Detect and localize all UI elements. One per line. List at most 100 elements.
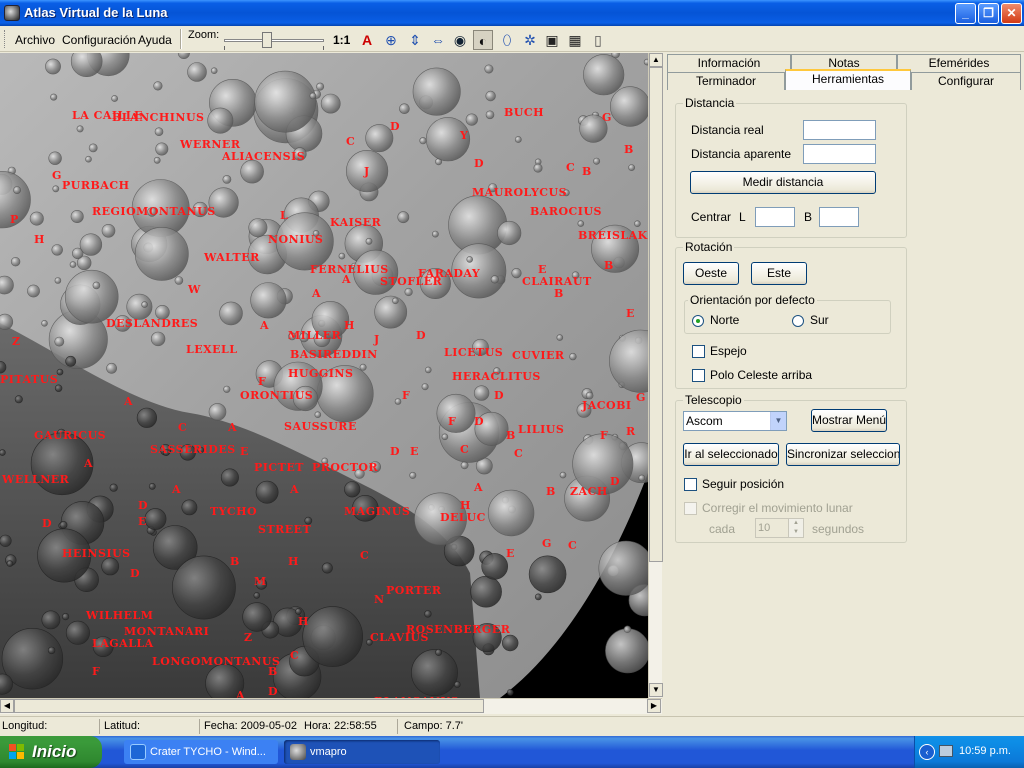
- crater-label[interactable]: B: [554, 287, 564, 300]
- norte-radio[interactable]: [692, 315, 704, 327]
- crater-label[interactable]: ZACH: [570, 485, 608, 498]
- crater-label[interactable]: A: [228, 421, 237, 434]
- crater-label[interactable]: D: [42, 517, 52, 530]
- distancia-aparente-field[interactable]: [803, 144, 876, 164]
- crater-label[interactable]: E: [410, 445, 419, 458]
- sincronizar-button[interactable]: Sincronizar seleccionado: [786, 443, 900, 466]
- crater-label[interactable]: D: [474, 415, 484, 428]
- crater-label[interactable]: A: [290, 483, 299, 496]
- flip-horizontal-icon[interactable]: ⇔: [428, 30, 448, 50]
- crater-label[interactable]: B: [582, 165, 592, 178]
- crater-label[interactable]: C: [514, 447, 523, 460]
- centrar-b-field[interactable]: [819, 207, 859, 227]
- crater-label[interactable]: WILHELM: [86, 609, 153, 622]
- tab-informacion[interactable]: Información: [667, 54, 791, 72]
- start-button[interactable]: Inicio: [0, 736, 102, 768]
- scroll-left-arrow[interactable]: ◀: [0, 699, 14, 713]
- mostrar-menu-button[interactable]: Mostrar Menú: [811, 409, 887, 432]
- distancia-real-field[interactable]: [803, 120, 876, 140]
- crater-label[interactable]: D: [610, 475, 620, 488]
- crater-label[interactable]: PITATUS: [0, 373, 58, 386]
- segundos-field[interactable]: 10: [755, 518, 789, 538]
- oeste-button[interactable]: Oeste: [683, 262, 739, 285]
- menu-ayuda[interactable]: Ayuda: [138, 33, 172, 47]
- crater-label[interactable]: A: [236, 689, 245, 698]
- globe-icon[interactable]: ◉: [450, 30, 470, 50]
- crater-label[interactable]: WALTER: [204, 251, 260, 264]
- crater-label[interactable]: JACOBI: [582, 399, 632, 412]
- crater-label[interactable]: SAUSSURE: [284, 420, 357, 433]
- title-bar[interactable]: Atlas Virtual de la Luna _ ❐ ✕: [0, 0, 1024, 26]
- segundos-spinner[interactable]: ▲ ▼: [788, 518, 804, 538]
- crater-label[interactable]: LICETUS: [444, 346, 503, 359]
- crater-label[interactable]: H: [34, 233, 45, 246]
- crater-label[interactable]: D: [390, 445, 400, 458]
- crater-label[interactable]: LAGALLA: [92, 637, 154, 650]
- crater-label[interactable]: A: [260, 319, 269, 332]
- text-color-icon[interactable]: A: [357, 30, 377, 50]
- crater-label[interactable]: LEXELL: [186, 343, 238, 356]
- centrar-l-field[interactable]: [755, 207, 795, 227]
- crater-label[interactable]: D: [474, 157, 484, 170]
- crater-label[interactable]: B: [506, 429, 516, 442]
- new-document-icon[interactable]: ▯: [588, 30, 608, 50]
- crater-label[interactable]: J: [374, 333, 380, 346]
- crater-label[interactable]: PURBACH: [62, 179, 130, 192]
- menu-archivo[interactable]: Archivo: [15, 33, 55, 47]
- tab-efemerides[interactable]: Efemérides: [897, 54, 1021, 72]
- crater-label[interactable]: DESLANDRES: [106, 317, 198, 330]
- map-horizontal-scrollbar[interactable]: ◀ ▶: [0, 698, 662, 714]
- crater-label[interactable]: E: [138, 515, 147, 528]
- crater-label[interactable]: KAISER: [330, 216, 381, 229]
- crater-label[interactable]: F: [402, 389, 410, 402]
- crater-label[interactable]: PICTET: [254, 461, 304, 474]
- crater-label[interactable]: SASSERIDES: [150, 443, 236, 456]
- network-icon[interactable]: [939, 745, 953, 757]
- crater-label[interactable]: MAUROLYCUS: [472, 186, 567, 199]
- crater-label[interactable]: D: [130, 567, 140, 580]
- vertical-scroll-thumb[interactable]: [649, 67, 663, 562]
- restore-button[interactable]: ❐: [978, 3, 999, 24]
- crater-label[interactable]: F: [258, 375, 266, 388]
- crater-label[interactable]: GAURICUS: [34, 429, 106, 442]
- chevron-down-icon[interactable]: ▼: [770, 412, 786, 430]
- task-crater-tycho[interactable]: Crater TYCHO - Wind...: [124, 740, 278, 764]
- crater-label[interactable]: B: [604, 259, 614, 272]
- crater-label[interactable]: J: [364, 165, 370, 178]
- ir-seleccionado-button[interactable]: Ir al seleccionado: [683, 443, 779, 466]
- crater-label[interactable]: DELUC: [440, 511, 486, 524]
- crater-label[interactable]: Y: [460, 129, 468, 142]
- tab-configurar[interactable]: Configurar: [911, 72, 1021, 90]
- corregir-movimiento-checkbox[interactable]: [684, 502, 697, 515]
- crater-label[interactable]: REGIOMONTANUS: [92, 205, 216, 218]
- scroll-up-arrow[interactable]: ▲: [649, 53, 663, 67]
- crater-label[interactable]: STREET: [258, 523, 311, 536]
- crater-label[interactable]: LILIUS: [518, 423, 564, 436]
- crater-label[interactable]: ORONTIUS: [240, 389, 313, 402]
- crater-label[interactable]: LONGOMONTANUS: [152, 655, 280, 668]
- crater-label[interactable]: A: [172, 483, 181, 496]
- crater-label[interactable]: F: [600, 429, 608, 442]
- crater-label[interactable]: WELLNER: [2, 473, 69, 486]
- crater-label[interactable]: D: [416, 329, 426, 342]
- crater-label[interactable]: MILLER: [288, 329, 341, 342]
- crater-label[interactable]: ALIACENSIS: [222, 150, 305, 163]
- crater-label[interactable]: HUGGINS: [288, 367, 353, 380]
- polo-celeste-checkbox[interactable]: [692, 369, 705, 382]
- crater-label[interactable]: L: [280, 209, 288, 222]
- moon-map-view[interactable]: LA CAILLE BLANCHINUS BUCH WERNER ALIACENSIS P…: [0, 53, 648, 698]
- crater-label[interactable]: BASIREDDIN: [290, 348, 378, 361]
- zoom-slider-thumb[interactable]: [262, 32, 272, 48]
- tray-expand-icon[interactable]: ‹: [919, 744, 935, 760]
- tab-terminador[interactable]: Terminador: [667, 72, 785, 90]
- target-grid-icon[interactable]: ⊕: [381, 30, 401, 50]
- moon-phase-icon[interactable]: ◐: [473, 30, 493, 50]
- crater-label[interactable]: D: [138, 499, 148, 512]
- crater-label[interactable]: B: [230, 555, 240, 568]
- scroll-right-arrow[interactable]: ▶: [647, 699, 661, 713]
- crater-label[interactable]: C: [360, 549, 369, 562]
- crater-label[interactable]: TYCHO: [210, 505, 257, 518]
- tab-herramientas[interactable]: Herramientas: [785, 69, 911, 90]
- telescope-select[interactable]: Ascom ▼: [683, 411, 787, 431]
- crater-label[interactable]: R: [626, 425, 636, 438]
